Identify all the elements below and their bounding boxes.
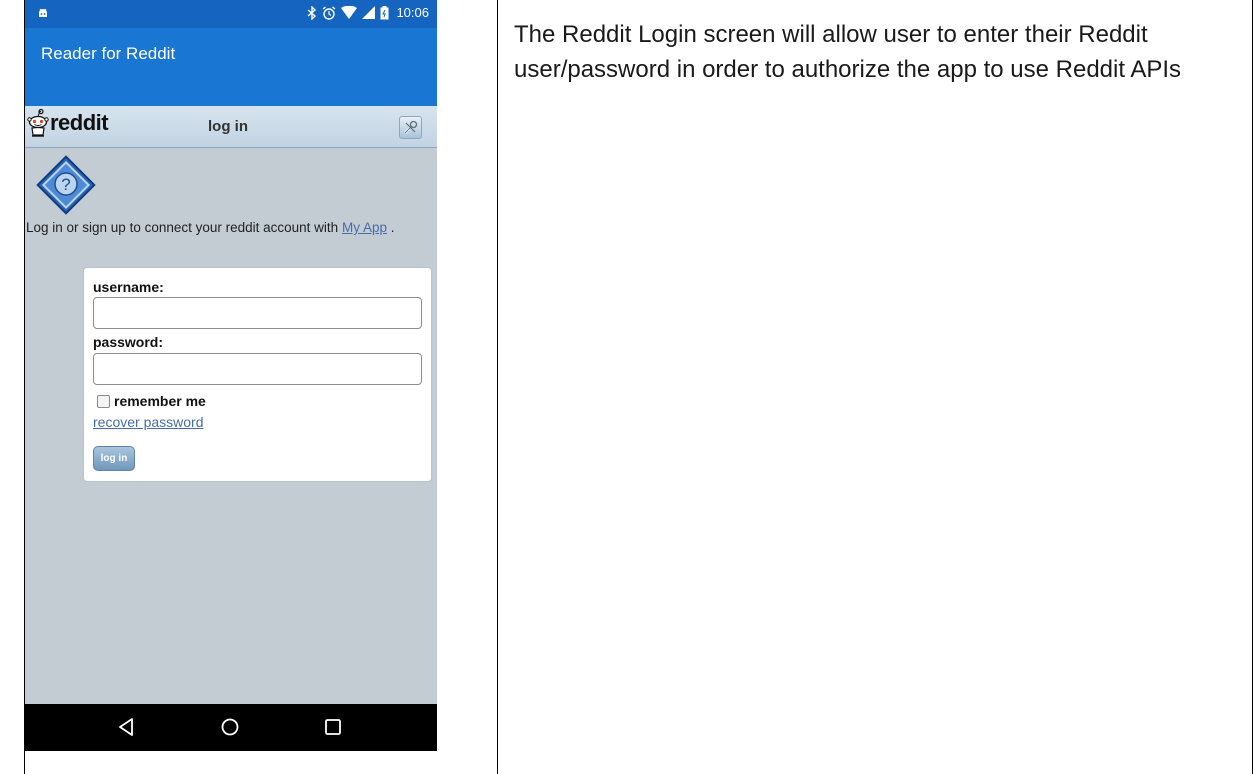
app-bar [25, 28, 437, 106]
recover-password-link[interactable]: recover password [93, 414, 204, 430]
username-input[interactable] [93, 297, 422, 329]
reddit-wordmark: reddit [50, 110, 109, 135]
password-label: password: [93, 334, 164, 350]
nav-bar [25, 704, 437, 751]
intro-text: Log in or sign up to connect your reddit… [26, 220, 395, 235]
reddit-alien-icon [27, 108, 49, 137]
alarm-icon [323, 5, 336, 20]
reddit-logo[interactable]: reddit [27, 108, 109, 138]
wrench-icon [404, 120, 418, 134]
signal-icon [362, 6, 376, 19]
home-icon[interactable] [219, 716, 241, 738]
username-label: username: [93, 279, 164, 295]
wifi-icon [341, 6, 358, 19]
status-icons: 10:06 [307, 5, 429, 20]
password-input[interactable] [93, 353, 422, 385]
status-bar: 10:06 [25, 0, 437, 28]
preferences-button[interactable] [399, 116, 422, 139]
app-title: Reader for Reddit [41, 44, 176, 63]
description-text: The Reddit Login screen will allow user … [514, 21, 1182, 83]
battery-icon [380, 5, 389, 19]
android-icon [39, 8, 47, 17]
status-time: 10:06 [396, 5, 429, 20]
recents-icon[interactable] [322, 716, 344, 738]
phone-screenshot: 10:06 Reader for Reddit reddit log in ? … [25, 0, 437, 751]
remember-me[interactable]: remember me [97, 393, 206, 409]
back-icon[interactable] [115, 716, 137, 738]
remember-label: remember me [114, 393, 206, 409]
bluetooth-icon [307, 5, 317, 20]
header-title: log in [208, 118, 248, 135]
app-link[interactable]: My App [342, 220, 387, 235]
remember-checkbox[interactable] [97, 394, 110, 408]
login-button[interactable]: log in [93, 446, 135, 471]
help-icon: ? [36, 155, 96, 215]
svg-text:?: ? [61, 175, 70, 194]
table-border-middle [497, 0, 498, 774]
